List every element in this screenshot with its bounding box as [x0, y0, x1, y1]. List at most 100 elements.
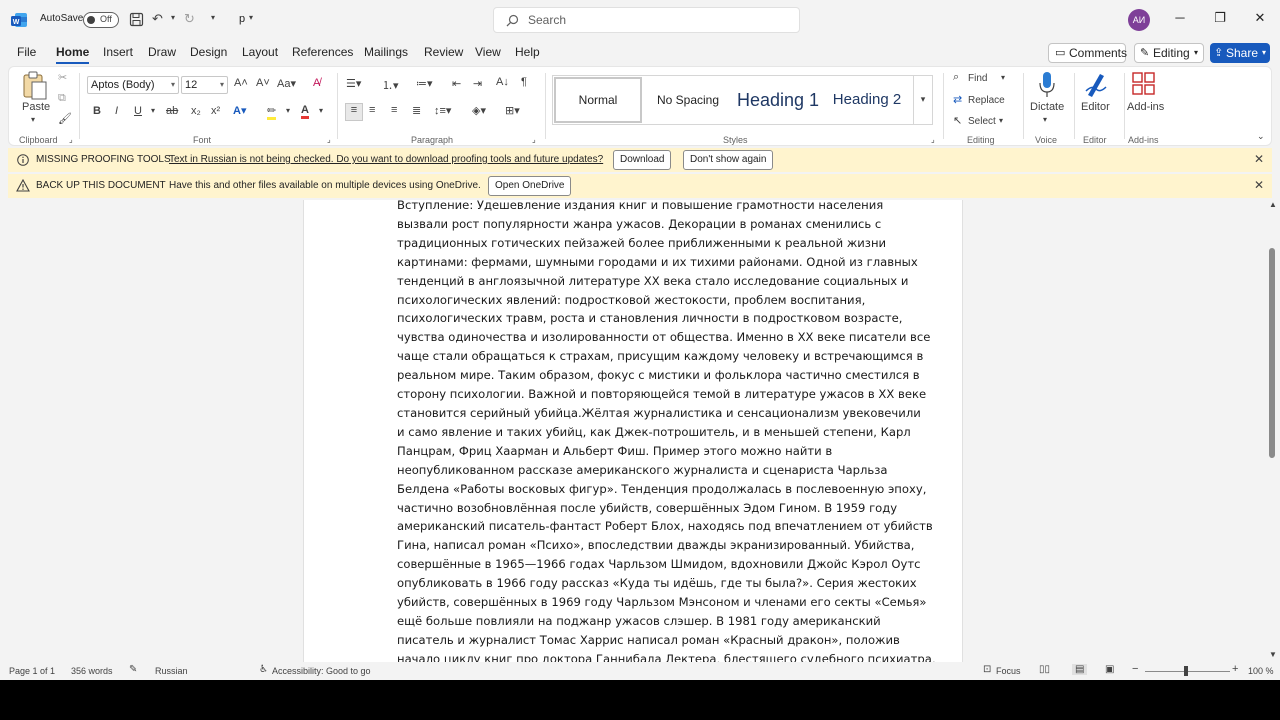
multilevel-list-icon[interactable]: ≔▾: [416, 77, 433, 90]
document-line[interactable]: картинами: фермами, шумными городами и и…: [397, 253, 918, 272]
document-line[interactable]: психологических явлений: подростковой же…: [397, 291, 917, 310]
document-line[interactable]: чаще стали обращаться к страхам, присущи…: [397, 347, 923, 366]
tab-design[interactable]: Design: [190, 45, 227, 59]
tab-references[interactable]: References: [292, 45, 353, 59]
show-formatting-icon[interactable]: ¶: [521, 76, 527, 88]
shading-icon[interactable]: ◈▾: [472, 104, 486, 117]
document-line[interactable]: неопубликованном рассказе американского …: [397, 461, 917, 480]
close-icon[interactable]: ✕: [1254, 152, 1264, 166]
print-layout-icon[interactable]: ▤: [1072, 664, 1088, 675]
font-name-combo[interactable]: Aptos (Body) ▾: [87, 76, 179, 94]
redo-icon[interactable]: ↻: [184, 11, 195, 27]
save-icon[interactable]: [129, 12, 144, 27]
autosave-toggle[interactable]: Off: [83, 12, 119, 28]
read-mode-icon[interactable]: ▯▯: [1039, 664, 1050, 675]
document-line[interactable]: Белдена «Работы восковых фигур». Тенденц…: [397, 480, 926, 499]
undo-dropdown-icon[interactable]: ▾: [171, 13, 175, 22]
document-line[interactable]: становится серийный убийца.Жёлтая журнал…: [397, 404, 921, 423]
microphone-icon[interactable]: [1037, 71, 1057, 99]
replace-button[interactable]: Replace: [968, 95, 1005, 106]
paste-icon[interactable]: [21, 71, 49, 101]
scroll-up-icon[interactable]: ▲: [1269, 200, 1277, 209]
align-left-icon[interactable]: ≡: [345, 103, 363, 121]
highlight-icon[interactable]: ✏: [267, 104, 277, 120]
web-layout-icon[interactable]: ▣: [1105, 664, 1114, 675]
select-icon[interactable]: ↖: [953, 114, 962, 127]
text-effects-icon[interactable]: A▾: [233, 104, 246, 117]
subscript-icon[interactable]: x₂: [191, 105, 201, 117]
format-painter-icon[interactable]: 🖌: [58, 112, 72, 125]
line-spacing-icon[interactable]: ↕≡▾: [434, 104, 451, 117]
document-line[interactable]: сторону психологии. Важной и повторяющей…: [397, 385, 926, 404]
replace-icon[interactable]: ⇄: [953, 93, 962, 106]
increase-indent-icon[interactable]: ⇥: [473, 77, 482, 90]
restore-button[interactable]: ❐: [1210, 10, 1230, 26]
clear-formatting-icon[interactable]: A̸: [313, 77, 320, 89]
dictate-button[interactable]: Dictate: [1030, 101, 1064, 113]
minimize-button[interactable]: ─: [1170, 10, 1190, 25]
document-line[interactable]: Панцрам, Фриц Хаарман и Альберт Фиш. При…: [397, 442, 917, 461]
change-case-icon[interactable]: Aa▾: [277, 77, 296, 90]
cut-icon[interactable]: ✂: [58, 71, 67, 84]
select-dropdown-icon[interactable]: ▾: [999, 116, 1003, 125]
document-line[interactable]: Гина, написал роман «Психо», впоследстви…: [397, 536, 917, 555]
download-button[interactable]: Download: [613, 150, 672, 170]
tab-help[interactable]: Help: [515, 45, 540, 59]
document-line[interactable]: американский писатель-фантаст Роберт Бло…: [397, 517, 933, 536]
focus-button[interactable]: Focus: [996, 666, 1021, 676]
editing-mode-button[interactable]: ✎ Editing ▾: [1134, 43, 1204, 63]
superscript-icon[interactable]: x²: [211, 105, 220, 117]
justify-icon[interactable]: ≣: [412, 104, 421, 117]
paragraph-launcher-icon[interactable]: ⌟: [532, 135, 536, 144]
scroll-down-icon[interactable]: ▼: [1269, 650, 1277, 659]
style-heading-2[interactable]: Heading 2: [825, 77, 909, 123]
document-body[interactable]: Вступление: Удешевление издания книг и п…: [397, 200, 936, 662]
document-line[interactable]: начало циклу книг про доктора Ганнибала …: [397, 650, 936, 662]
sort-icon[interactable]: A↓: [496, 76, 509, 88]
close-icon[interactable]: ✕: [1254, 178, 1264, 192]
zoom-out-icon[interactable]: −: [1132, 663, 1138, 675]
zoom-in-icon[interactable]: +: [1232, 663, 1238, 675]
font-color-dropdown-icon[interactable]: ▾: [319, 106, 323, 115]
paste-dropdown-icon[interactable]: ▾: [31, 115, 35, 124]
tab-view[interactable]: View: [475, 45, 501, 59]
document-line[interactable]: реальном мире. Таким образом, фокус с ми…: [397, 366, 920, 385]
dictate-dropdown-icon[interactable]: ▾: [1043, 115, 1047, 124]
font-launcher-icon[interactable]: ⌟: [327, 135, 331, 144]
document-line[interactable]: и само явление и таких убийц, как Джек-п…: [397, 423, 917, 442]
close-button[interactable]: ✕: [1250, 10, 1270, 26]
font-size-combo[interactable]: 12 ▾: [181, 76, 228, 94]
strikethrough-icon[interactable]: ab: [166, 105, 178, 117]
document-line[interactable]: убийств, совершённых в 1969 году Чарльзо…: [397, 593, 926, 612]
document-line[interactable]: совершённые в 1965—1966 годах Чарльзом Ш…: [397, 555, 921, 574]
find-icon[interactable]: ⌕: [953, 71, 959, 84]
document-line[interactable]: ещё больше повлияли на поджанр ужасов сл…: [397, 612, 917, 631]
dont-show-again-button[interactable]: Don't show again: [683, 150, 774, 170]
accessibility-status[interactable]: Accessibility: Good to go: [272, 666, 371, 676]
language-status[interactable]: Russian: [155, 666, 188, 676]
tab-layout[interactable]: Layout: [242, 45, 278, 59]
customize-toolbar-icon[interactable]: ▾: [211, 13, 215, 22]
grow-font-icon[interactable]: A˄: [234, 77, 248, 89]
paste-label[interactable]: Paste: [22, 101, 50, 113]
font-color-icon[interactable]: A: [301, 104, 309, 119]
scrollbar-thumb[interactable]: [1269, 248, 1275, 458]
collapse-ribbon-icon[interactable]: ⌄: [1257, 131, 1265, 142]
clipboard-launcher-icon[interactable]: ⌟: [69, 135, 73, 144]
proofing-link[interactable]: Text in Russian is not being checked. Do…: [169, 154, 603, 165]
document-line[interactable]: писатель и журналист Томас Харрис написа…: [397, 631, 917, 650]
tab-mailings[interactable]: Mailings: [364, 45, 408, 59]
align-center-icon[interactable]: ≡: [369, 104, 375, 116]
find-button[interactable]: Find: [968, 73, 987, 84]
addins-icon[interactable]: [1132, 72, 1156, 96]
document-line[interactable]: традиционных готических пейзажей более п…: [397, 234, 917, 253]
bullets-icon[interactable]: ☰▾: [346, 77, 361, 90]
bold-icon[interactable]: B: [93, 105, 101, 117]
style-heading-1[interactable]: Heading 1: [733, 77, 823, 123]
addins-button[interactable]: Add-ins: [1127, 101, 1164, 113]
tab-review[interactable]: Review: [424, 45, 463, 59]
page-count[interactable]: Page 1 of 1: [9, 666, 55, 676]
tab-file[interactable]: File: [17, 45, 36, 59]
document-line[interactable]: Вступление: Удешевление издания книг и п…: [397, 200, 917, 215]
highlight-dropdown-icon[interactable]: ▾: [286, 106, 290, 115]
